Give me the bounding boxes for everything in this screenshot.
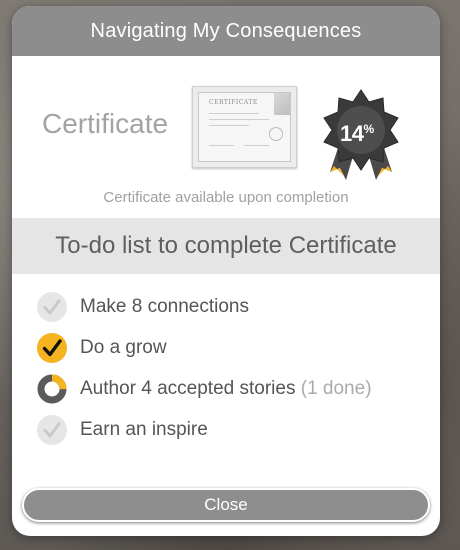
todo-heading: To-do list to complete Certificate xyxy=(12,218,440,274)
todo-item-author-stories: Author 4 accepted stories (1 done) xyxy=(36,368,440,409)
certificate-modal: Navigating My Consequences Certificate C… xyxy=(12,6,440,536)
progress-ring-icon xyxy=(37,374,67,403)
certificate-seal-icon xyxy=(269,127,283,141)
todo-item-earn-inspire: Earn an inspire xyxy=(36,409,440,450)
check-circle-yellow-icon xyxy=(37,332,67,363)
close-button[interactable]: Close xyxy=(22,488,430,522)
certificate-preview-title: CERTIFICATE xyxy=(209,99,258,106)
certificate-availability-note: Certificate available upon completion xyxy=(103,189,349,206)
todo-item-do-a-grow: Do a grow xyxy=(36,327,440,368)
modal-header: Navigating My Consequences xyxy=(12,6,440,56)
certificate-label: Certificate xyxy=(42,108,169,139)
modal-title: Navigating My Consequences xyxy=(90,19,362,42)
check-circle-grey-icon xyxy=(37,291,67,322)
certificate-preview-image: CERTIFICATE xyxy=(192,86,297,168)
todo-item-make-connections: Make 8 connections xyxy=(36,286,440,327)
certificate-section: Certificate CERTIFICATE 14% xyxy=(12,56,440,180)
todo-list: Make 8 connections Do a grow Author 4 ac… xyxy=(12,274,440,450)
progress-badge: 14% xyxy=(320,88,402,188)
todo-item-label: Make 8 connections xyxy=(80,295,249,317)
check-circle-grey-icon xyxy=(37,414,67,445)
certificate-ribbon-icon xyxy=(274,93,290,115)
todo-item-progress-text: (1 done) xyxy=(300,377,372,399)
todo-item-label: Author 4 accepted stories (1 done) xyxy=(80,377,372,399)
todo-item-label: Do a grow xyxy=(80,336,167,358)
progress-percent: 14% xyxy=(340,121,374,146)
todo-item-label: Earn an inspire xyxy=(80,418,208,440)
